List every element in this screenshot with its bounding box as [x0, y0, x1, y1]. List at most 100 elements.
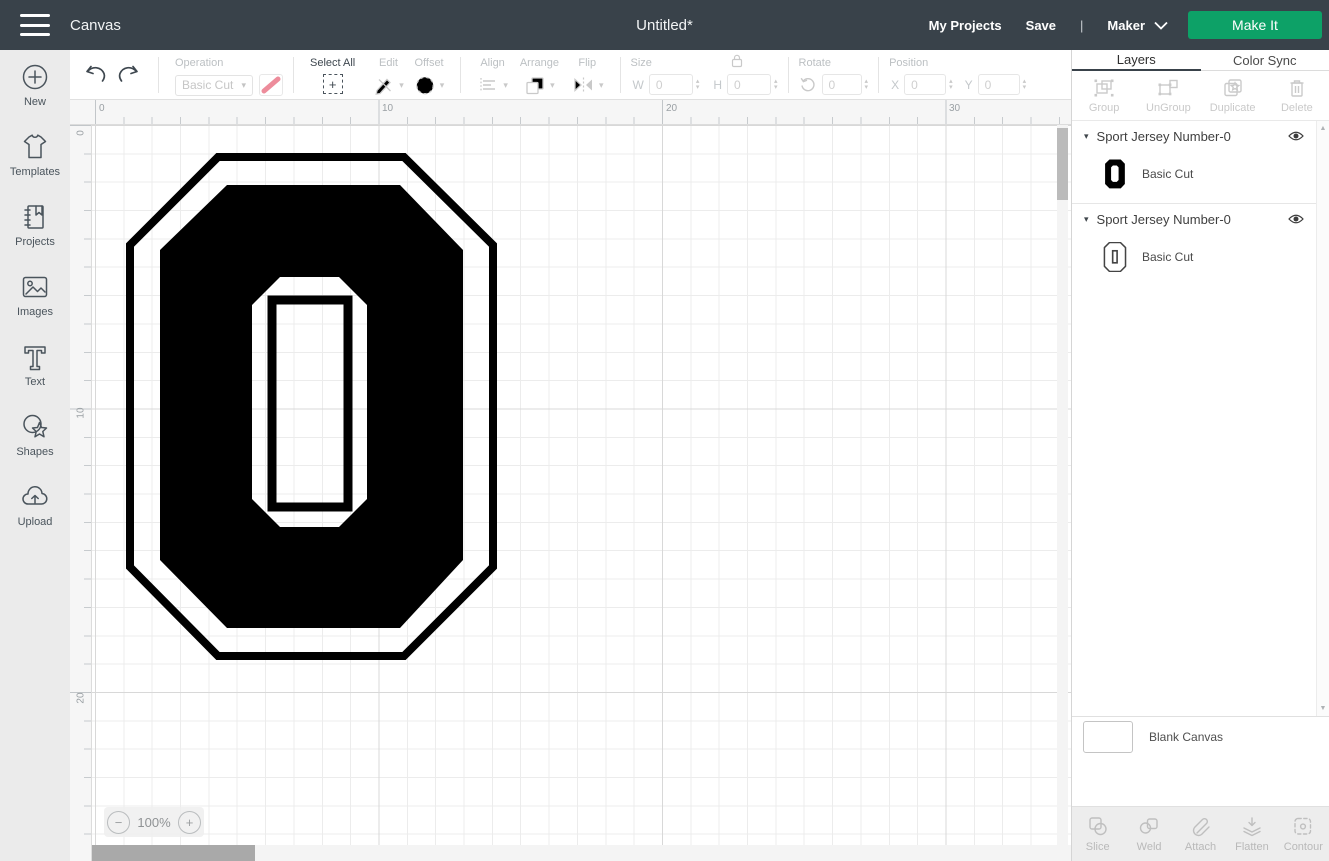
caret-down-icon: ▾	[440, 81, 445, 90]
layer-operation-label: Basic Cut	[1142, 167, 1193, 181]
group-button[interactable]: Group	[1072, 71, 1136, 120]
position-x-input[interactable]: 0	[904, 74, 946, 95]
sidebar-item-projects[interactable]: Projects	[0, 190, 70, 260]
contour-button[interactable]: Contour	[1278, 807, 1329, 861]
group-icon	[1092, 78, 1116, 98]
tab-color-sync[interactable]: Color Sync	[1201, 50, 1329, 70]
scroll-up-icon[interactable]: ▲	[1317, 125, 1329, 132]
layer-group-header[interactable]: ▾ Sport Jersey Number-0	[1072, 121, 1316, 151]
toolbar-divider	[158, 57, 159, 93]
scrollbar-thumb[interactable]	[92, 845, 255, 861]
text-t-icon	[20, 342, 50, 372]
operation-group: Operation Basic Cut ▾	[175, 50, 283, 96]
visibility-eye-icon[interactable]	[1288, 129, 1304, 147]
select-all-button[interactable]: Select All +	[310, 50, 355, 94]
duplicate-button[interactable]: Duplicate	[1201, 71, 1265, 120]
layer-name: Sport Jersey Number-0	[1097, 212, 1231, 227]
sidebar-item-images[interactable]: Images	[0, 260, 70, 330]
jersey-number-center-bar[interactable]	[272, 300, 348, 507]
my-projects-link[interactable]: My Projects	[929, 18, 1002, 33]
layer-actions: Group UnGroup Duplicate Delete	[1072, 71, 1329, 121]
toolbar-divider	[293, 57, 294, 93]
page-title: Canvas	[70, 17, 121, 34]
slice-icon	[1086, 815, 1110, 837]
slice-button[interactable]: Slice	[1072, 807, 1123, 861]
layer-group: ▾ Sport Jersey Number-0 Basic Cut	[1072, 121, 1316, 204]
undo-button[interactable]	[84, 63, 108, 90]
layer-group-header[interactable]: ▾ Sport Jersey Number-0	[1072, 204, 1316, 234]
machine-select[interactable]: Maker	[1107, 18, 1168, 33]
height-stepper[interactable]: ▴▾	[774, 79, 778, 91]
design-canvas[interactable]: − 100% +	[92, 125, 1071, 861]
ungroup-button[interactable]: UnGroup	[1136, 71, 1200, 120]
align-button[interactable]: Align ▾	[477, 50, 508, 95]
arrange-button[interactable]: Arrange ▾	[520, 50, 559, 96]
layer-row[interactable]: Basic Cut	[1072, 234, 1316, 280]
position-y-input[interactable]: 0	[978, 74, 1020, 95]
layer-thumbnail-solid-0	[1102, 158, 1128, 190]
position-x-stepper[interactable]: ▴▾	[949, 79, 953, 91]
sidebar-item-templates[interactable]: Templates	[0, 120, 70, 190]
zoom-out-button[interactable]: −	[107, 811, 130, 834]
document-title[interactable]: Untitled*	[636, 17, 693, 34]
visibility-eye-icon[interactable]	[1288, 212, 1304, 230]
header-nav: My Projects Save | Maker Make It	[929, 0, 1329, 50]
scroll-down-icon[interactable]: ▼	[1317, 705, 1329, 712]
width-stepper[interactable]: ▴▾	[696, 79, 700, 91]
collapse-caret-icon[interactable]: ▾	[1084, 131, 1089, 142]
project-book-icon	[20, 202, 50, 232]
canvas-vertical-scrollbar[interactable]	[1057, 125, 1068, 845]
position-y-stepper[interactable]: ▴▾	[1023, 79, 1027, 91]
tab-layers[interactable]: Layers	[1072, 50, 1201, 71]
sidebar-item-new[interactable]: New	[0, 50, 70, 120]
caret-down-icon: ▾	[241, 81, 246, 90]
redo-icon	[116, 63, 140, 85]
horizontal-ruler: 0 10 20 30	[70, 100, 1071, 125]
collapse-caret-icon[interactable]: ▾	[1084, 214, 1089, 225]
color-swatch[interactable]	[259, 74, 283, 96]
delete-button[interactable]: Delete	[1265, 71, 1329, 120]
sidebar-item-upload[interactable]: Upload	[0, 470, 70, 540]
edit-toolbar: Operation Basic Cut ▾ Select All + Edit	[70, 50, 1071, 100]
rotate-input[interactable]: 0	[822, 74, 862, 95]
sidebar-item-shapes[interactable]: Shapes	[0, 400, 70, 470]
make-it-button[interactable]: Make It	[1188, 11, 1322, 39]
redo-button[interactable]	[116, 63, 140, 90]
blank-canvas-row[interactable]: Blank Canvas	[1072, 716, 1329, 756]
offset-icon	[414, 75, 436, 96]
rotate-stepper[interactable]: ▴▾	[865, 79, 869, 91]
sport-jersey-number-shape[interactable]	[122, 149, 502, 665]
panel-scrollbar[interactable]: ▲ ▼	[1316, 121, 1329, 716]
weld-button[interactable]: Weld	[1123, 807, 1174, 861]
layer-row[interactable]: Basic Cut	[1072, 151, 1316, 197]
blank-canvas-label: Blank Canvas	[1149, 730, 1223, 744]
ungroup-icon	[1156, 78, 1180, 98]
vertical-ruler: 0 10 20	[70, 125, 92, 861]
jersey-number-fill-layer[interactable]	[160, 185, 463, 628]
main-menu-button[interactable]	[20, 14, 50, 36]
flip-button[interactable]: Flip ▾	[571, 50, 604, 95]
align-icon	[477, 75, 499, 95]
ruler-label: 30	[949, 103, 960, 114]
toolbar-divider	[878, 57, 879, 93]
save-link[interactable]: Save	[1026, 18, 1056, 33]
offset-button[interactable]: Offset ▾	[414, 50, 445, 96]
layers-panel: Layers Color Sync Group UnGroup Duplicat…	[1071, 50, 1329, 861]
edit-pencil-icon	[373, 75, 395, 96]
canvas-color-swatch[interactable]	[1083, 721, 1133, 753]
ruler-label: 0	[99, 103, 105, 114]
edit-button[interactable]: Edit ▾	[373, 50, 404, 96]
scrollbar-thumb[interactable]	[1057, 128, 1068, 200]
width-input[interactable]: 0	[649, 74, 693, 95]
zoom-in-button[interactable]: +	[178, 811, 201, 834]
lock-icon[interactable]	[729, 53, 745, 68]
left-sidebar: New Templates Projects Images Text Shape…	[0, 50, 70, 861]
canvas-horizontal-scrollbar[interactable]	[92, 845, 1071, 861]
operation-select[interactable]: Basic Cut ▾	[175, 75, 253, 96]
height-input[interactable]: 0	[727, 74, 771, 95]
rotate-group: Rotate 0 ▴▾	[799, 50, 869, 95]
attach-button[interactable]: Attach	[1175, 807, 1226, 861]
flatten-button[interactable]: Flatten	[1226, 807, 1277, 861]
nav-separator: |	[1080, 18, 1083, 33]
sidebar-item-text[interactable]: Text	[0, 330, 70, 400]
